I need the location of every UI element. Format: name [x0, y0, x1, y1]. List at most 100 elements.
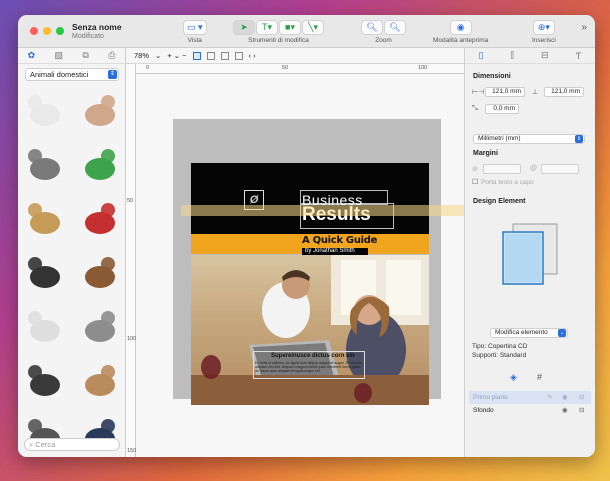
width-icon: ⊢⊣ — [472, 89, 485, 96]
page-nav-icon[interactable]: ‹ › — [249, 51, 256, 60]
photo-caption-title[interactable]: Supereinusce dictus corn sin — [271, 353, 355, 359]
width-field[interactable]: 121,0 mm — [485, 87, 525, 97]
toolbar-overflow-icon[interactable]: » — [581, 22, 587, 33]
clipart-item[interactable] — [23, 87, 67, 131]
units-value: Millimetri (mm) — [478, 135, 521, 142]
page-view-spread-icon[interactable] — [206, 51, 215, 60]
view-button[interactable]: ▭ ▾ — [183, 20, 207, 35]
edit-element-select[interactable]: Modifica elemento ⌄ — [490, 328, 568, 338]
clipart-item[interactable] — [23, 249, 67, 293]
text-tool-button[interactable]: T▾ — [256, 20, 278, 35]
add-page-button[interactable]: + ⌄ − — [167, 51, 186, 60]
clipart-thumbnail — [85, 311, 115, 342]
margin-icon: @ — [530, 165, 538, 172]
design-canvas[interactable]: Ø Business Results A Quick Guide by Jona… — [136, 74, 464, 457]
close-window-button[interactable] — [30, 27, 38, 35]
tools-label: Strumenti di modifica — [248, 37, 309, 44]
visibility-icon[interactable]: ◉ — [562, 404, 568, 417]
search-field[interactable]: ⌕ Cerca — [24, 438, 120, 451]
height-field[interactable]: 121,0 mm — [544, 87, 584, 97]
clipart-item[interactable] — [23, 195, 67, 239]
arrange-tab-icon[interactable]: ⊟ — [541, 50, 549, 61]
zoom-level[interactable]: 78% — [134, 51, 149, 60]
clipart-item[interactable] — [78, 303, 122, 347]
eye-icon: ◉ — [456, 22, 465, 32]
canvas-toolbar: 78% ⌄ + ⌄ − ‹ › — [126, 48, 464, 64]
dimensions-heading: Dimensioni — [473, 73, 511, 80]
page-view-grid-icon[interactable] — [234, 51, 243, 60]
ruler-mark: 50 — [282, 65, 289, 71]
clipart-thumbnail — [28, 149, 60, 180]
layers-tab-icon[interactable]: ◈ — [510, 372, 517, 383]
zoom-window-button[interactable] — [56, 27, 64, 35]
cover-photo[interactable] — [191, 255, 429, 405]
toolbar: Senza nome Modificato ▭ ▾ Vista ➤ T▾ ■▾ … — [18, 15, 595, 48]
margin-field-b[interactable] — [541, 164, 579, 174]
margin-field-a[interactable] — [483, 164, 521, 174]
category-select[interactable]: Animali domestici ⇕ — [25, 68, 119, 81]
preview-button[interactable]: ◉ — [449, 20, 472, 35]
checkbox-icon[interactable]: ☐ — [472, 178, 478, 186]
cd-cover[interactable]: Ø Business Results A Quick Guide by Jona… — [191, 163, 429, 405]
text-tab-icon[interactable]: Ƭ — [576, 51, 582, 61]
layer-name: Sfondo — [473, 407, 494, 414]
minimize-window-button[interactable] — [43, 27, 51, 35]
zoom-label: Zoom — [375, 37, 392, 44]
photos-tab-icon[interactable]: ▨ — [55, 50, 64, 61]
cover-byline[interactable]: by Jonathan Smith — [305, 248, 355, 254]
select-tool-button[interactable]: ➤ — [233, 20, 255, 35]
zoom-group: 🔍︎ 🔍︎ Zoom — [361, 20, 406, 44]
cover-subtitle[interactable]: A Quick Guide — [302, 235, 377, 246]
edit-element-value: Modifica elemento — [495, 329, 548, 336]
preview-label: Modalità anteprima — [433, 37, 489, 44]
app-window: Senza nome Modificato ▭ ▾ Vista ➤ T▾ ■▾ … — [18, 15, 595, 457]
clipart-item[interactable] — [78, 357, 122, 401]
document-tab-icon[interactable]: ▯ — [479, 50, 484, 61]
visibility-icon[interactable]: ◉ — [562, 391, 568, 404]
zoom-out-button[interactable]: 🔍︎ — [361, 20, 383, 35]
document-status: Modificato — [72, 33, 104, 40]
grid-tab-icon[interactable]: # — [537, 372, 542, 382]
clipart-item[interactable] — [23, 357, 67, 401]
preview-group: ◉ Modalità anteprima — [433, 20, 488, 44]
clipart-item[interactable] — [78, 87, 122, 131]
clipart-thumbnail — [28, 365, 60, 396]
text-icon: T▾ — [261, 22, 272, 32]
clipart-thumbnail — [28, 311, 60, 342]
design-element-heading: Design Element — [473, 198, 526, 205]
layout-tab-icon[interactable]: ⫿ — [511, 50, 514, 61]
inspector-tabs: ▯ ⫿ ⊟ Ƭ — [465, 48, 595, 64]
clipart-item[interactable] — [78, 195, 122, 239]
layer-row[interactable]: Sfondo ◉ ⊟ — [469, 404, 591, 417]
lock-icon[interactable]: ⊟ — [579, 404, 584, 417]
horizontal-ruler: 0 50 100 — [136, 64, 464, 74]
page-view-facing-icon[interactable] — [220, 51, 229, 60]
photo-caption-body[interactable]: Eo tellis id ullamus. Ac ligula dum aliq… — [255, 361, 365, 374]
line-tool-button[interactable]: ╲▾ — [302, 20, 324, 35]
shapes-tab-icon[interactable]: ⧉ — [82, 50, 88, 61]
clipart-item[interactable] — [78, 249, 122, 293]
depth-field[interactable]: 0,0 mm — [485, 104, 519, 114]
clipart-item[interactable] — [23, 303, 67, 347]
margin-icon: ⊘ — [472, 166, 478, 173]
insert-button[interactable]: ⊕▾ — [532, 20, 555, 35]
page-view-single-icon[interactable] — [192, 51, 201, 60]
shape-tool-button[interactable]: ■▾ — [279, 20, 301, 35]
layer-row[interactable]: Primo piano ✎ ◉ ⊟ — [469, 391, 591, 404]
vertical-ruler: 50 100 150 — [126, 64, 136, 457]
lock-icon[interactable]: ⊟ — [579, 391, 584, 404]
clipart-item[interactable] — [78, 141, 122, 185]
view-label: Vista — [187, 37, 202, 44]
zoom-in-button[interactable]: 🔍︎ — [384, 20, 406, 35]
import-tab-icon[interactable]: ⎙ — [108, 50, 115, 61]
view-group: ▭ ▾ Vista — [183, 20, 207, 44]
units-select[interactable]: Millimetri (mm) ⇕ — [473, 134, 585, 144]
clipart-item[interactable] — [23, 141, 67, 185]
pencil-icon[interactable]: ✎ — [547, 391, 552, 404]
chevron-down-icon: ⌄ — [155, 51, 162, 60]
wrap-text-label: Porta testo a capo — [481, 179, 534, 186]
clipart-tab-icon[interactable]: ✿ — [28, 50, 36, 61]
clipart-tabs: ✿ ▨ ⧉ ⎙ — [18, 48, 125, 64]
clipart-thumbnail — [28, 257, 60, 288]
layers-list: Primo piano ✎ ◉ ⊟ Sfondo ◉ ⊟ — [469, 391, 591, 421]
